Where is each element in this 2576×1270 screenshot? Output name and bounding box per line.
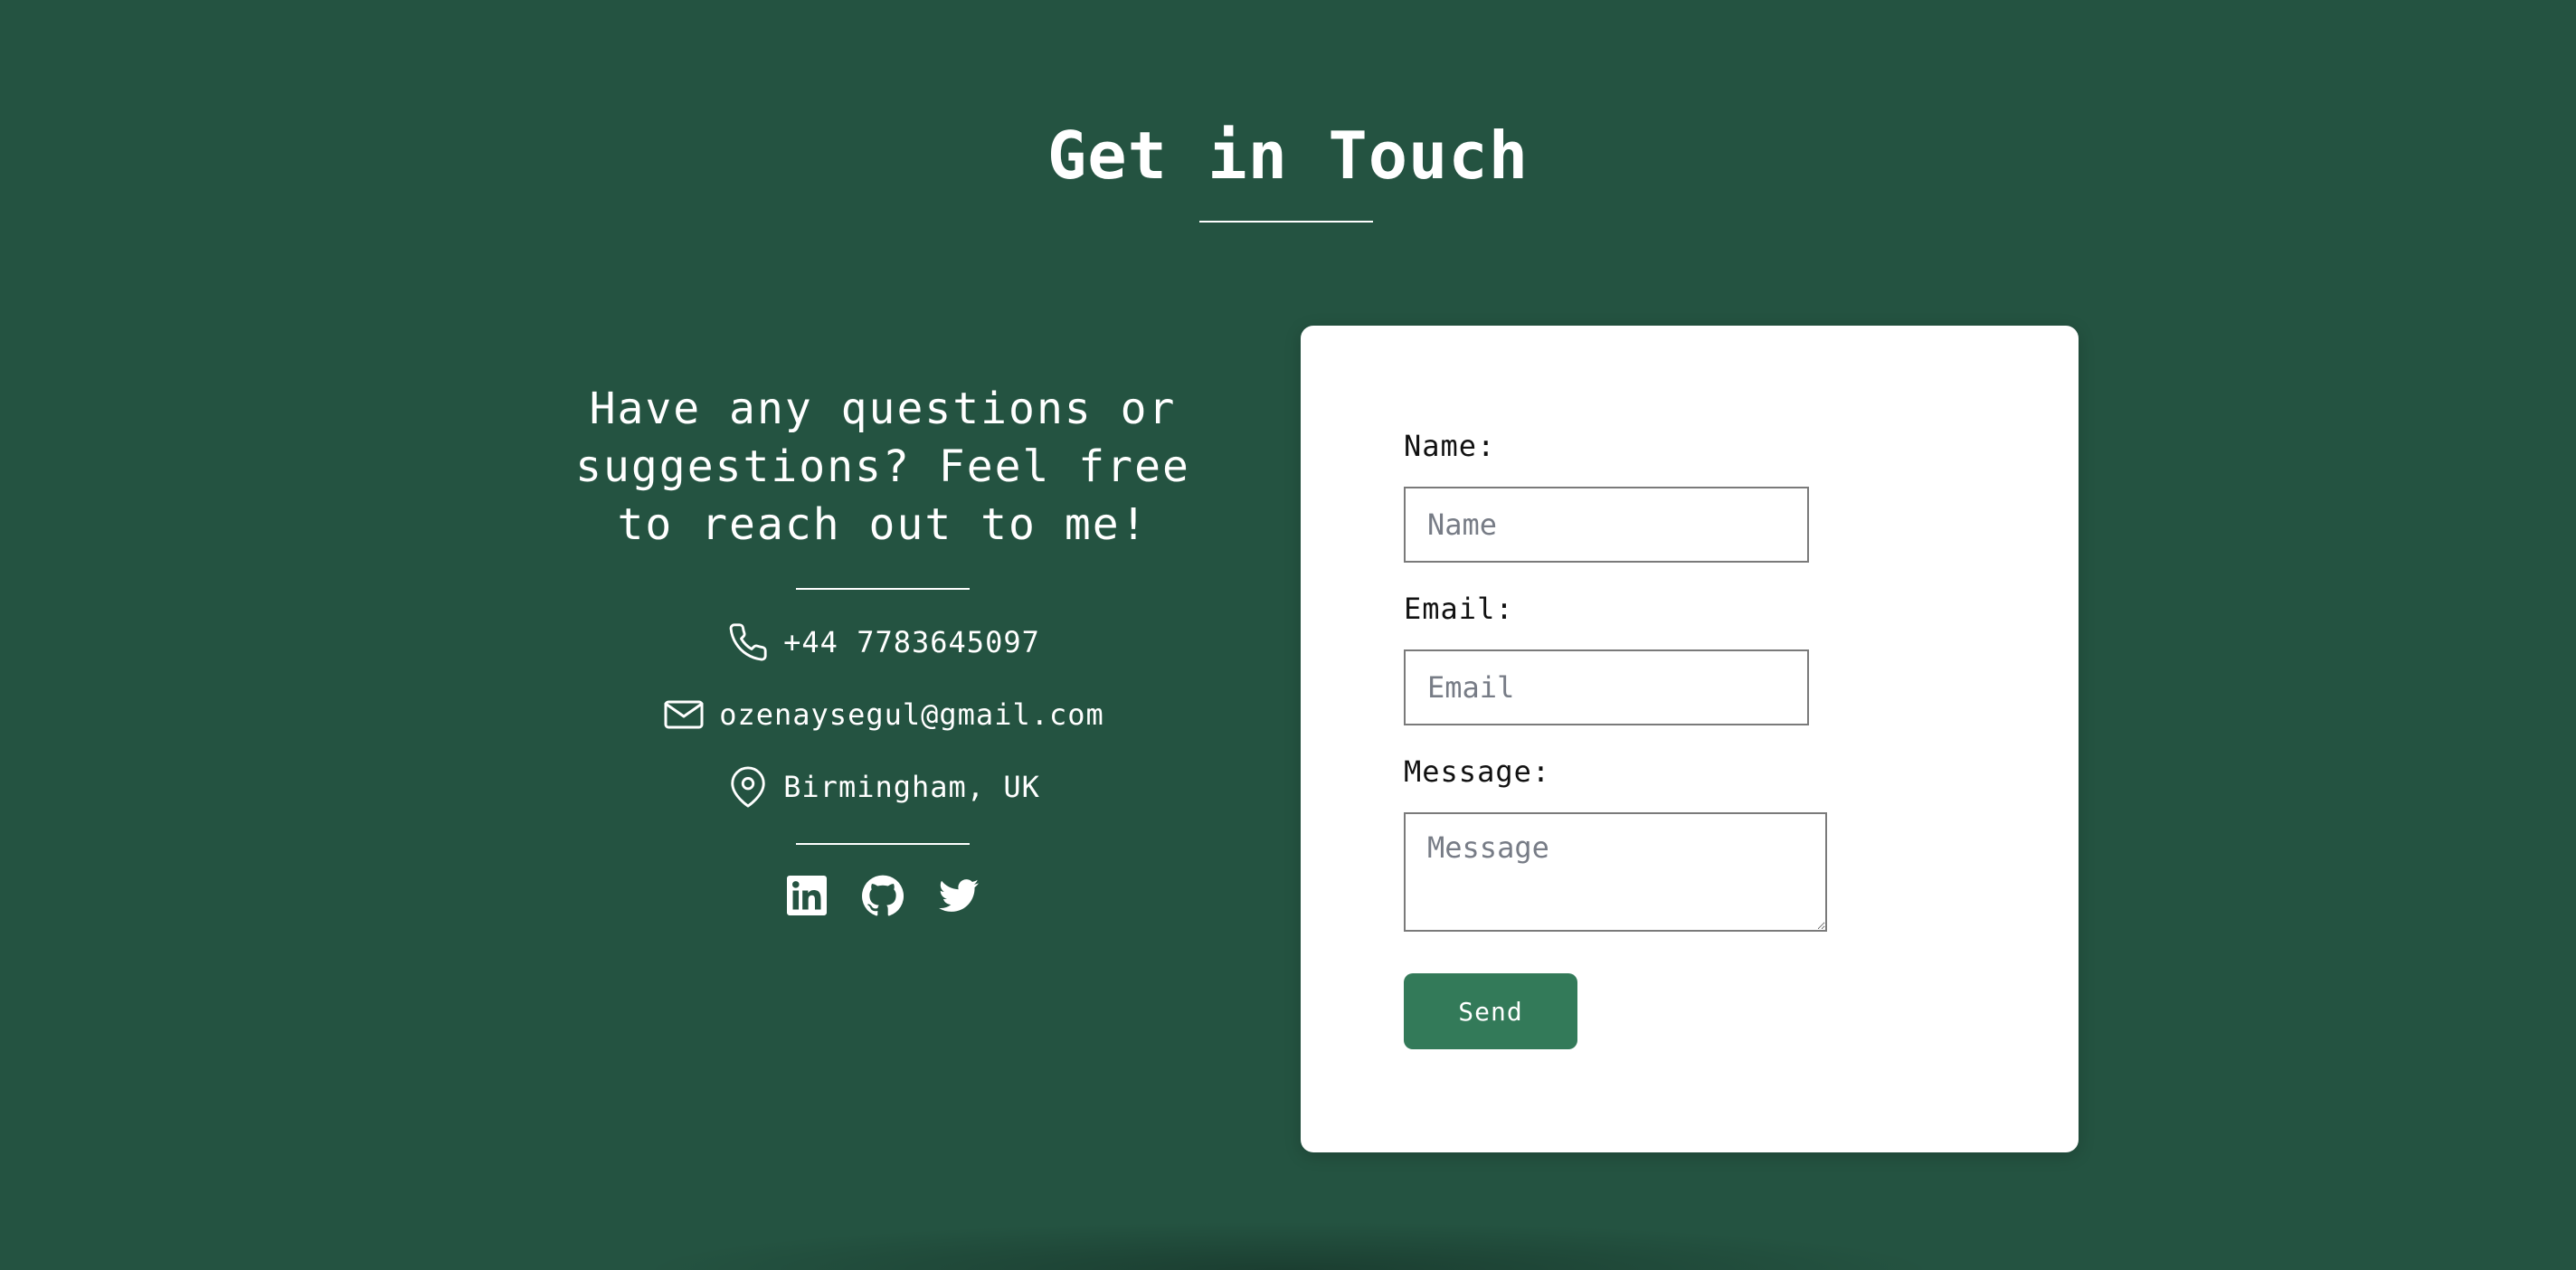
email-label: Email: bbox=[1404, 592, 1514, 626]
contact-info-panel: Have any questions or suggestions? Feel … bbox=[548, 380, 1217, 917]
message-field[interactable] bbox=[1404, 812, 1827, 932]
email-field[interactable] bbox=[1404, 649, 1809, 725]
contact-email: ozenaysegul@gmail.com bbox=[548, 678, 1217, 751]
name-field[interactable] bbox=[1404, 487, 1809, 563]
info-heading: Have any questions or suggestions? Feel … bbox=[575, 384, 1190, 550]
footer-shadow bbox=[633, 1221, 1945, 1270]
contact-form: Name: Email: Message: Send bbox=[1301, 326, 2079, 1152]
social-links bbox=[548, 874, 1217, 917]
page-title: Get in Touch bbox=[1046, 118, 1530, 194]
contact-list: +44 7783645097 ozenaysegul@gmail.com Bir… bbox=[548, 606, 1217, 823]
twitter-icon[interactable] bbox=[937, 874, 980, 917]
envelope-icon bbox=[661, 692, 706, 737]
name-label: Name: bbox=[1404, 429, 1496, 463]
info-divider-bottom bbox=[796, 843, 970, 845]
email-text[interactable]: ozenaysegul@gmail.com bbox=[719, 697, 1104, 732]
location-text: Birmingham, UK bbox=[783, 770, 1040, 804]
message-label: Message: bbox=[1404, 754, 1551, 789]
phone-icon bbox=[725, 620, 771, 665]
linkedin-icon[interactable] bbox=[785, 874, 829, 917]
title-divider bbox=[1199, 221, 1373, 223]
contact-location: Birmingham, UK bbox=[548, 751, 1217, 823]
phone-text: +44 7783645097 bbox=[783, 625, 1040, 659]
github-icon[interactable] bbox=[861, 874, 904, 917]
send-button[interactable]: Send bbox=[1404, 973, 1577, 1049]
info-divider-top bbox=[796, 588, 970, 590]
contact-phone: +44 7783645097 bbox=[548, 606, 1217, 678]
map-pin-icon bbox=[725, 764, 771, 810]
